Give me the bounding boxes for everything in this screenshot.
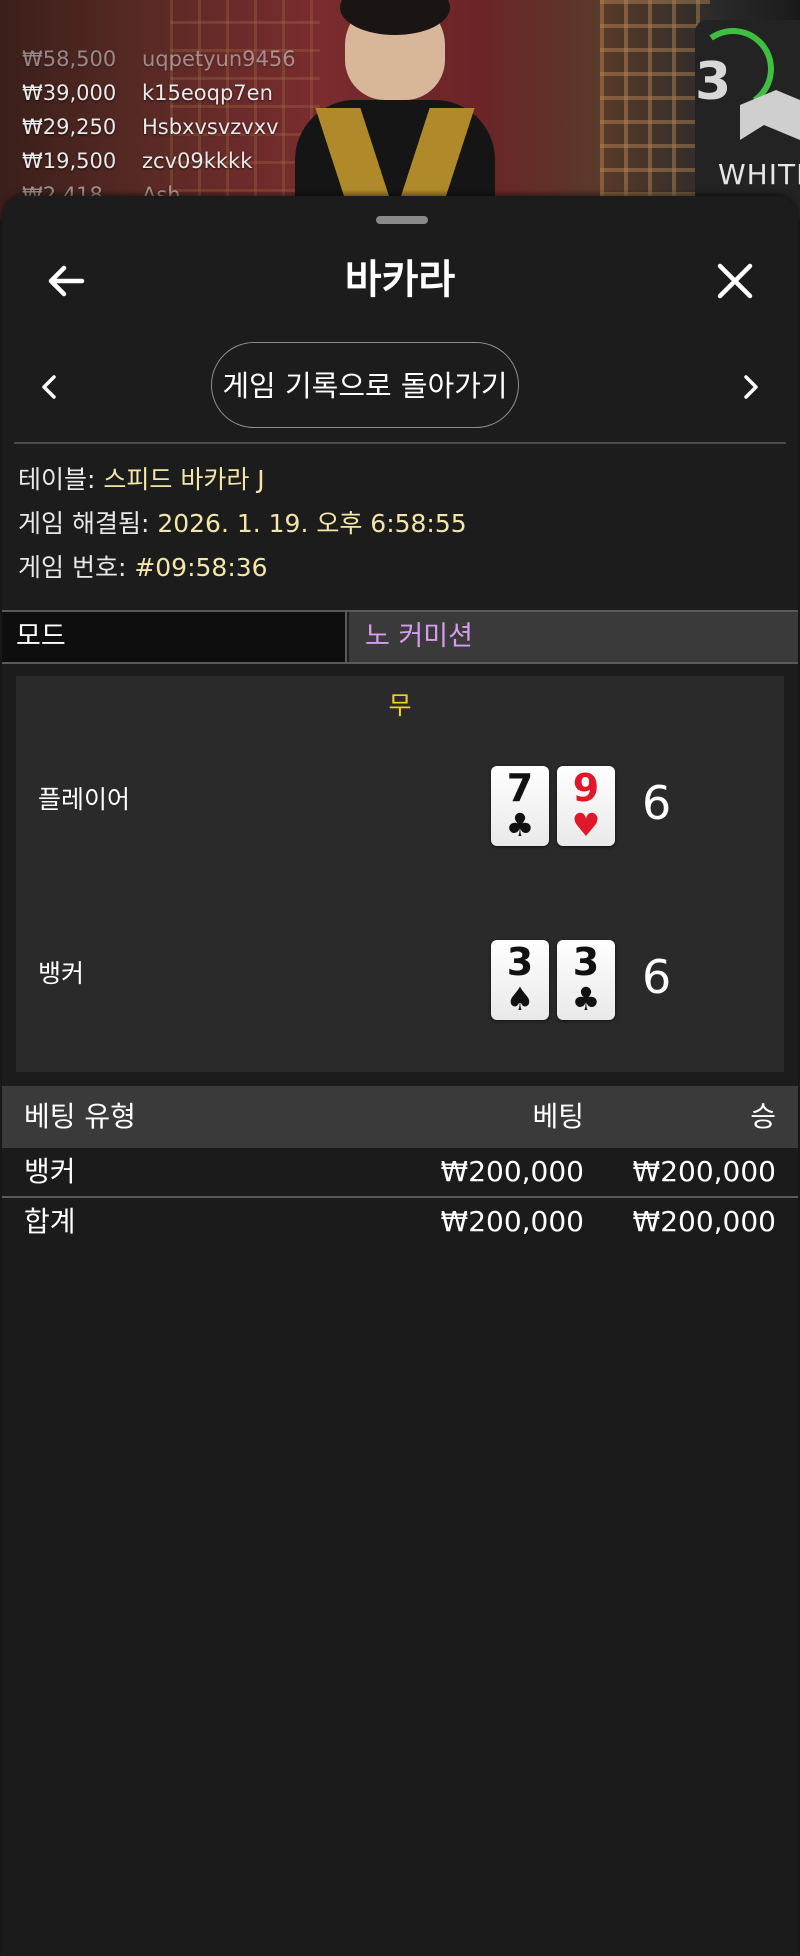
- chevron-left-icon: [42, 375, 56, 399]
- feed-item: ₩19,500 zcv09kkkk: [22, 149, 253, 173]
- table-name: 스피드 바카라 J: [103, 465, 265, 494]
- player-card: 9 ♥: [557, 766, 615, 846]
- mode-row: 모드 노 커미션: [2, 610, 798, 664]
- total-bet: ₩200,000: [440, 1205, 584, 1238]
- header-bet-type: 베팅 유형: [24, 1100, 136, 1133]
- lattice-decoration-right: [600, 0, 710, 220]
- round-number: 3: [695, 52, 732, 112]
- heart-suit-icon: ♥: [571, 806, 601, 844]
- table-row: 뱅커 ₩200,000 ₩200,000: [2, 1148, 798, 1196]
- banker-card: 3 ♠: [491, 940, 549, 1020]
- bet-feed: ₩58,500 uqpetyun9456 ₩39,000 k15eoqp7en ₩2…: [22, 42, 296, 212]
- history-navigation: 게임 기록으로 돌아가기: [2, 342, 798, 432]
- close-icon: [717, 263, 753, 299]
- arrow-left-icon: [48, 265, 85, 297]
- bets-table-header: 베팅 유형 베팅 승: [2, 1086, 798, 1148]
- previous-game-button[interactable]: [30, 367, 70, 407]
- outcome-label: 무: [388, 691, 412, 720]
- player-label: 플레이어: [38, 785, 131, 814]
- player-score: 6: [642, 776, 672, 830]
- feed-item: ₩39,000 k15eoqp7en: [22, 81, 273, 105]
- return-to-history-button[interactable]: 게임 기록으로 돌아가기: [211, 342, 519, 428]
- resolved-info: 게임 해결됨: 2026. 1. 19. 오후 6:58:55: [18, 509, 467, 538]
- game-history-sheet: 바카라 게임 기록으로 돌아가기 테이블: 스피드 바카라 J 게임 해결됨: …: [2, 196, 798, 1956]
- feed-item: ₩29,250 Hsbxvsvzvxv: [22, 115, 279, 139]
- header-bet: 베팅: [532, 1100, 584, 1133]
- bet-type-cell: 뱅커: [24, 1155, 76, 1188]
- mode-label: 모드: [2, 612, 347, 662]
- chevron-right-icon: [744, 375, 758, 399]
- bet-amount-cell: ₩200,000: [440, 1155, 584, 1188]
- win-amount-cell: ₩200,000: [632, 1155, 776, 1188]
- banker-card: 3 ♣: [557, 940, 615, 1020]
- spade-suit-icon: ♠: [505, 980, 535, 1018]
- resolved-time: 2026. 1. 19. 오후 6:58:55: [157, 509, 467, 538]
- game-info: 테이블: 스피드 바카라 J 게임 해결됨: 2026. 1. 19. 오후 6…: [18, 458, 467, 590]
- drag-handle[interactable]: [376, 216, 428, 224]
- total-label: 합계: [24, 1205, 76, 1238]
- club-suit-icon: ♣: [571, 980, 601, 1018]
- banker-label: 뱅커: [38, 959, 85, 988]
- game-result-panel: 무 플레이어 7 ♣ 9 ♥ 6 뱅커 3 ♠ 3 ♣ 6: [16, 676, 784, 1072]
- mode-value: 노 커미션: [349, 612, 798, 662]
- back-button[interactable]: [42, 256, 92, 306]
- feed-item: ₩58,500 uqpetyun9456: [22, 47, 296, 71]
- game-number: #09:58:36: [134, 553, 268, 582]
- divider: [14, 442, 786, 444]
- total-win: ₩200,000: [632, 1205, 776, 1238]
- close-button[interactable]: [710, 256, 760, 306]
- sheet-header: 바카라: [2, 240, 798, 320]
- bets-table-body: [2, 1148, 798, 1956]
- game-number-info: 게임 번호: #09:58:36: [18, 553, 268, 582]
- next-game-button[interactable]: [730, 367, 770, 407]
- table-info: 테이블: 스피드 바카라 J: [18, 465, 265, 494]
- header-win: 승: [750, 1100, 776, 1133]
- brand-text: WHITE: [718, 158, 800, 191]
- live-video-stream: 3 WHITE ₩58,500uqpetyun9456 ₩39,000k15eo…: [0, 0, 800, 220]
- club-suit-icon: ♣: [505, 806, 535, 844]
- banker-score: 6: [642, 950, 672, 1004]
- total-row: 합계 ₩200,000 ₩200,000: [2, 1198, 798, 1246]
- page-title: 바카라: [344, 257, 456, 303]
- player-card: 7 ♣: [491, 766, 549, 846]
